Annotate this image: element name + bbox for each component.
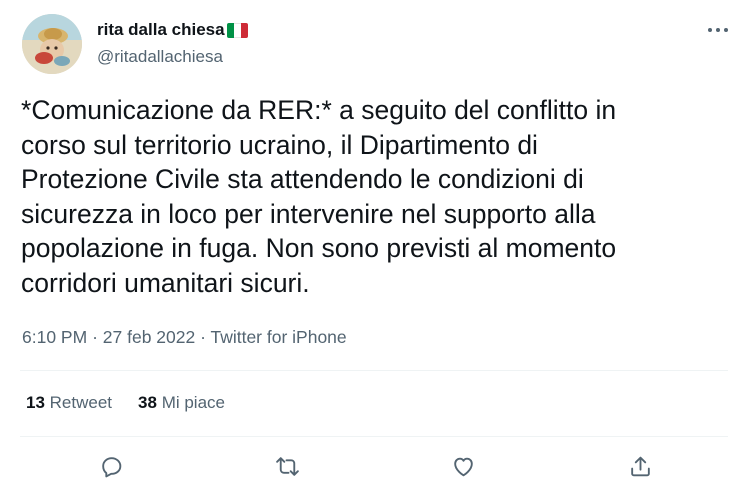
like-icon: [453, 457, 473, 476]
divider: [20, 370, 728, 371]
retweet-icon: [275, 456, 299, 476]
tweet-text: *Comunicazione da RER:* a seguito del co…: [21, 95, 617, 298]
author-name-row[interactable]: rita dalla chiesa: [97, 20, 248, 40]
tweet-source[interactable]: Twitter for iPhone: [210, 327, 346, 347]
author-handle[interactable]: @ritadallachiesa: [97, 47, 223, 67]
likes-stat[interactable]: 38 Mi piace: [138, 393, 225, 413]
retweets-count: 13: [26, 393, 45, 412]
avatar-image: [22, 14, 82, 74]
retweets-stat[interactable]: 13 Retweet: [26, 393, 112, 413]
tweet-card: rita dalla chiesa @ritadallachiesa *Comu…: [0, 0, 748, 495]
retweets-label: Retweet: [49, 393, 113, 412]
reply-button[interactable]: [97, 452, 125, 480]
likes-count: 38: [138, 393, 157, 412]
likes-label: Mi piace: [161, 393, 225, 412]
reply-icon: [101, 456, 121, 477]
tweet-stats: 13 Retweet 38 Mi piace: [26, 393, 251, 413]
share-button[interactable]: [626, 452, 654, 480]
avatar[interactable]: [22, 14, 82, 74]
author-display-name[interactable]: rita dalla chiesa: [97, 20, 225, 40]
retweet-button[interactable]: [273, 452, 301, 480]
tweet-time[interactable]: 6:10 PM: [22, 327, 87, 347]
divider: [20, 436, 728, 437]
share-icon: [630, 456, 650, 476]
more-options-icon[interactable]: [707, 22, 729, 38]
separator-dot: ·: [200, 327, 211, 347]
italy-flag-icon: [226, 22, 248, 38]
tweet-metadata: 6:10 PM · 27 feb 2022 · Twitter for iPho…: [22, 327, 347, 348]
tweet-date[interactable]: 27 feb 2022: [103, 327, 195, 347]
separator-dot: ·: [92, 327, 103, 347]
like-button[interactable]: [449, 452, 477, 480]
